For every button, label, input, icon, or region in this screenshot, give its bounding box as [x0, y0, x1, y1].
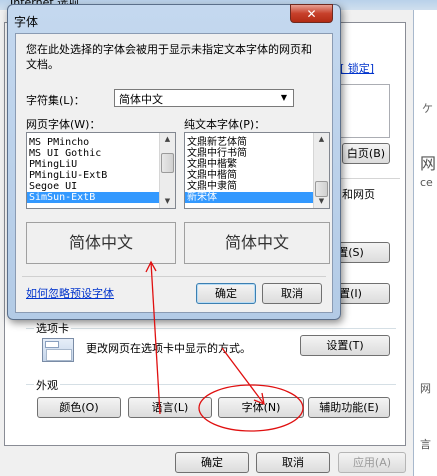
annotation-arrow-diag [221, 347, 265, 405]
annotation-arrow-up [150, 261, 161, 415]
annotation-ellipse [198, 384, 304, 432]
annotation-overlay [145, 260, 304, 432]
